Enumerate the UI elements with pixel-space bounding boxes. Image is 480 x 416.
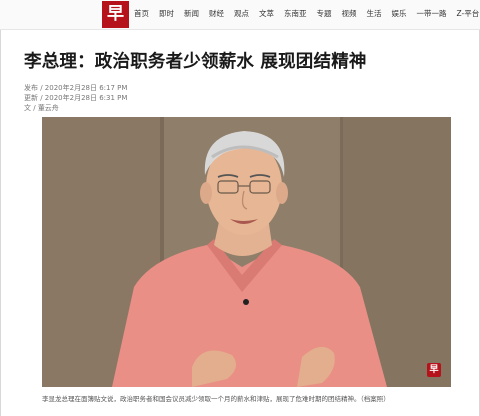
- nav-item-life[interactable]: 生活: [367, 8, 382, 20]
- author-link[interactable]: 董云舟: [38, 104, 59, 112]
- nav-item-sea[interactable]: 东南亚: [284, 8, 307, 20]
- portrait-illustration: [42, 117, 451, 387]
- site-logo[interactable]: 早: [102, 1, 129, 28]
- nav-item-z-platform[interactable]: Z-平台: [457, 8, 480, 20]
- nav-item-belt-road[interactable]: 一带一路: [417, 8, 447, 20]
- nav-item-news[interactable]: 新闻: [184, 8, 199, 20]
- nav-item-digest[interactable]: 文萃: [259, 8, 274, 20]
- publish-date: 发布 / 2020年2月28日 6:17 PM: [24, 84, 128, 92]
- byline: 文 / 董云舟: [24, 103, 59, 113]
- photo-caption: 李显龙总理在面簿贴文说，政治职务者和国会议员减少领取一个月的薪水和津贴，展现了危…: [42, 395, 390, 403]
- nav-item-home[interactable]: 首页: [134, 8, 149, 20]
- nav-item-finance[interactable]: 财经: [209, 8, 224, 20]
- article-photo[interactable]: 早: [42, 117, 451, 387]
- nav-item-video[interactable]: 视频: [342, 8, 357, 20]
- update-date: 更新 / 2020年2月28日 6:31 PM: [24, 94, 128, 102]
- site-header: 早 首页 即时 新闻 财经 观点 文萃 东南亚 专题 视频 生活 娱乐 一带一路…: [0, 0, 480, 30]
- nav-item-entertainment[interactable]: 娱乐: [392, 8, 407, 20]
- nav-item-realtime[interactable]: 即时: [159, 8, 174, 20]
- site-watermark-badge: 早: [427, 363, 441, 377]
- byline-prefix: 文 /: [24, 104, 38, 112]
- nav-item-opinion[interactable]: 观点: [234, 8, 249, 20]
- nav-item-special[interactable]: 专题: [317, 8, 332, 20]
- article-headline: 李总理：政治职务者少领薪水 展现团结精神: [24, 52, 367, 72]
- main-nav: 首页 即时 新闻 财经 观点 文萃 东南亚 专题 视频 生活 娱乐 一带一路 Z…: [134, 8, 480, 20]
